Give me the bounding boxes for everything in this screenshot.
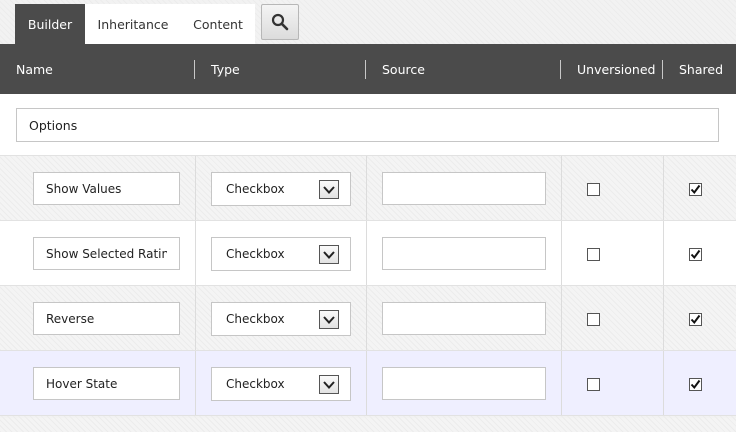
shared-checkbox[interactable] — [689, 248, 702, 261]
field-type-value: Checkbox — [226, 312, 285, 326]
table-row: Checkbox — [0, 156, 736, 221]
column-divider — [195, 156, 196, 220]
checkmark-icon — [690, 184, 701, 195]
column-divider — [663, 351, 664, 415]
section-row — [0, 94, 736, 156]
column-divider — [663, 156, 664, 220]
table-row — [0, 418, 736, 432]
column-divider — [366, 221, 367, 285]
tab-builder[interactable]: Builder — [15, 4, 85, 44]
shared-checkbox[interactable] — [689, 313, 702, 326]
tab-inheritance[interactable]: Inheritance — [85, 4, 181, 44]
tab-bar: Builder Inheritance Content — [0, 0, 736, 44]
chevron-down-icon[interactable] — [319, 375, 339, 394]
column-divider — [195, 351, 196, 415]
column-header-type: Type — [211, 61, 240, 77]
column-divider — [561, 351, 562, 415]
field-name-input[interactable] — [33, 172, 180, 205]
column-header-source: Source — [382, 61, 425, 77]
table-header: Name Type Source Unversioned Shared — [0, 44, 736, 94]
field-type-select[interactable]: Checkbox — [211, 237, 351, 271]
field-type-value: Checkbox — [226, 377, 285, 391]
column-divider — [662, 60, 663, 79]
search-icon — [271, 13, 289, 31]
checkmark-icon — [690, 249, 701, 260]
column-divider — [365, 60, 366, 79]
field-type-select[interactable]: Checkbox — [211, 172, 351, 206]
column-header-name: Name — [16, 61, 53, 77]
unversioned-checkbox[interactable] — [587, 183, 600, 196]
table-row: Checkbox — [0, 286, 736, 351]
chevron-down-icon[interactable] — [319, 245, 339, 264]
field-name-input[interactable] — [33, 302, 180, 335]
field-name-input[interactable] — [33, 367, 180, 400]
field-type-select[interactable]: Checkbox — [211, 302, 351, 336]
field-type-value: Checkbox — [226, 247, 285, 261]
column-divider — [195, 286, 196, 350]
field-source-input[interactable] — [382, 237, 546, 270]
field-name-input[interactable] — [33, 237, 180, 270]
table-row: Checkbox — [0, 221, 736, 286]
column-divider — [561, 221, 562, 285]
unversioned-checkbox[interactable] — [587, 248, 600, 261]
column-divider — [663, 221, 664, 285]
chevron-down-icon[interactable] — [319, 310, 339, 329]
field-type-select[interactable]: Checkbox — [211, 367, 351, 401]
column-divider — [366, 156, 367, 220]
table-row: Checkbox — [0, 351, 736, 416]
section-name-input[interactable] — [16, 108, 719, 142]
field-type-value: Checkbox — [226, 182, 285, 196]
unversioned-checkbox[interactable] — [587, 378, 600, 391]
column-divider — [195, 221, 196, 285]
field-source-input[interactable] — [382, 172, 546, 205]
column-divider — [560, 60, 561, 79]
column-header-unversioned: Unversioned — [577, 61, 656, 77]
field-source-input[interactable] — [382, 302, 546, 335]
column-divider — [366, 351, 367, 415]
shared-checkbox[interactable] — [689, 183, 702, 196]
search-button[interactable] — [261, 4, 299, 40]
chevron-down-icon[interactable] — [319, 180, 339, 199]
field-source-input[interactable] — [382, 367, 546, 400]
column-divider — [366, 286, 367, 350]
column-divider — [194, 60, 195, 79]
checkmark-icon — [690, 379, 701, 390]
shared-checkbox[interactable] — [689, 378, 702, 391]
column-divider — [663, 286, 664, 350]
column-divider — [561, 286, 562, 350]
unversioned-checkbox[interactable] — [587, 313, 600, 326]
checkmark-icon — [690, 314, 701, 325]
column-header-shared: Shared — [679, 61, 724, 77]
field-rows: Checkbox Checkbox Checkbox Checkbox — [0, 156, 736, 416]
tab-content[interactable]: Content — [181, 4, 255, 44]
column-divider — [561, 156, 562, 220]
